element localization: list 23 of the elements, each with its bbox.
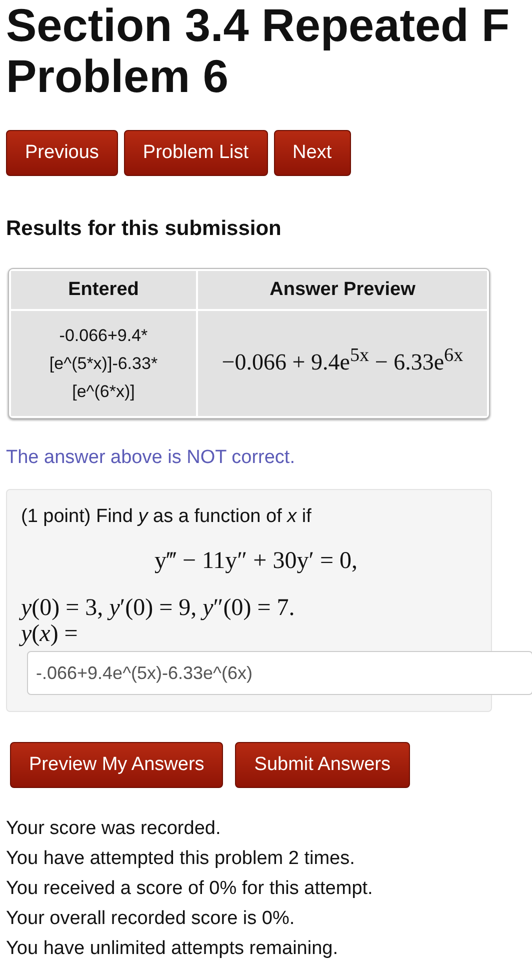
page-subtitle: Problem 6: [6, 51, 230, 102]
page-title: Section 3.4 Repeated F: [6, 0, 511, 51]
action-button[interactable]: Preview My Answers: [10, 742, 224, 788]
status-line: You have attempted this problem 2 times.: [6, 847, 356, 871]
status-line: You received a score of 0% for this attempt.: [6, 877, 374, 901]
nav-button[interactable]: Problem List: [124, 130, 268, 176]
problem-statement: (1 point) Find y as a function of x if: [21, 506, 312, 528]
status-line: You have unlimited attempts remaining.: [6, 937, 339, 961]
initial-conditions: y(0) = 3, y′(0) = 9, y″(0) = 7.: [21, 595, 296, 621]
action-button[interactable]: Submit Answers: [235, 742, 410, 788]
table-cell: −0.066 + 9.4e$^{5x}$ − 6.33e$^{6x}$: [198, 311, 487, 416]
equation: y‴ − 11y″ + 30y′ = 0,: [154, 548, 358, 575]
answer-label: y(x) =: [21, 621, 79, 647]
nav-button[interactable]: Previous: [6, 130, 118, 176]
result-message: The answer above is NOT correct.: [6, 447, 296, 469]
results-heading: Results for this submission: [6, 216, 282, 242]
status-line: Your score was recorded.: [6, 817, 222, 841]
table-cell: -0.066+9.4* [e^(5*x)]-6.33* [e^(6*x)]: [11, 311, 196, 416]
nav-button[interactable]: Next: [274, 130, 351, 176]
column-header: Answer Preview: [198, 271, 487, 309]
status-line: Your overall recorded score is 0%.: [6, 907, 296, 931]
column-header: Entered: [11, 271, 196, 309]
answer-field[interactable]: -.066+9.4e^(5x)-6.33e^(6x): [27, 651, 532, 695]
